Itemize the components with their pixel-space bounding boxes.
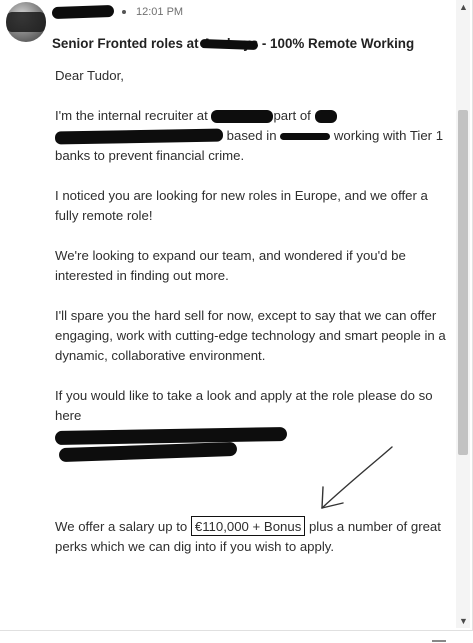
bottom-handle <box>432 640 446 642</box>
scroll-up-icon[interactable]: ▲ <box>459 2 468 12</box>
redacted-link-line-2[interactable] <box>58 441 238 463</box>
message-subject: Senior Fronted roles at Acclarys - 100% … <box>52 36 414 51</box>
redacted-location <box>280 133 331 141</box>
sender-name-redacted <box>51 4 115 20</box>
message-pane: 12:01 PM Senior Fronted roles at Acclary… <box>0 0 473 630</box>
message-header: 12:01 PM <box>51 3 184 21</box>
paragraph-expand: We're looking to expand our team, and wo… <box>55 248 406 283</box>
paragraph-remote: I noticed you are looking for new roles … <box>55 188 428 223</box>
subject-company: Acclarys <box>200 36 259 51</box>
greeting: Dear Tudor, <box>55 68 124 83</box>
vertical-scrollbar[interactable]: ▲ ▼ <box>456 0 470 628</box>
avatar-redaction <box>6 12 46 32</box>
redacted-link-line-1[interactable] <box>54 426 288 446</box>
intro-text-2: part of <box>273 108 315 123</box>
redacted-company <box>211 110 274 124</box>
redacted-parent-2 <box>54 128 224 145</box>
scroll-down-icon[interactable]: ▼ <box>459 616 468 626</box>
message-body: Dear Tudor, I'm the internal recruiter a… <box>54 66 450 577</box>
bottom-divider <box>0 630 473 631</box>
redacted-parent-1 <box>314 110 337 124</box>
intro-text-1: I'm the internal recruiter at <box>55 108 212 123</box>
salary-highlight: €110,000 + Bonus <box>190 516 306 536</box>
intro-text-3: based in <box>223 128 281 143</box>
scrollbar-thumb[interactable] <box>458 110 468 455</box>
salary-text-1: We offer a salary up to <box>55 519 191 534</box>
subject-suffix: - 100% Remote Working <box>258 36 415 51</box>
paragraph-pitch: I'll spare you the hard sell for now, ex… <box>55 308 446 363</box>
separator-dot <box>122 10 126 14</box>
sender-avatar[interactable] <box>6 2 46 42</box>
paragraph-intro: I'm the internal recruiter at part of ba… <box>54 106 450 166</box>
message-time: 12:01 PM <box>136 6 184 18</box>
paragraph-salary: We offer a salary up to €110,000 + Bonus… <box>55 516 450 557</box>
apply-text: If you would like to take a look and app… <box>55 388 433 423</box>
subject-prefix: Senior Fronted roles at <box>52 36 203 51</box>
paragraph-apply: If you would like to take a look and app… <box>54 386 450 463</box>
